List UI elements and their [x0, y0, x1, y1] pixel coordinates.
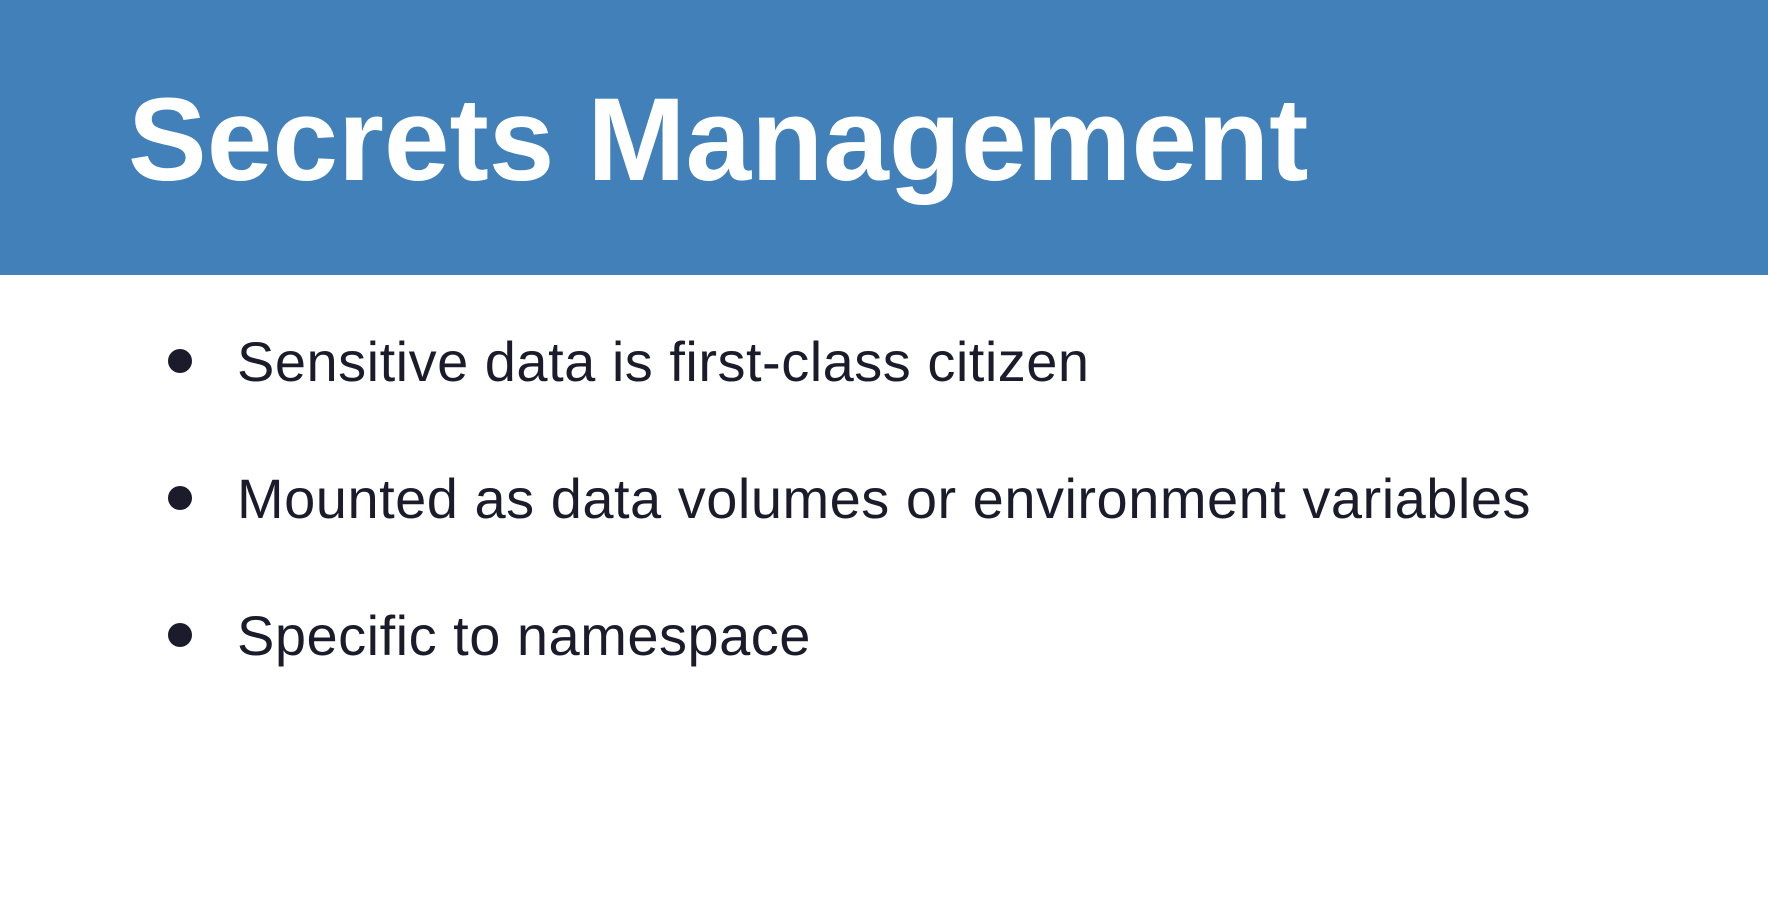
bullet-text: Sensitive data is first-class citizen	[237, 329, 1090, 393]
bullet-dot-icon	[168, 349, 192, 373]
slide: Secrets Management Sensitive data is fir…	[0, 0, 1768, 914]
slide-title: Secrets Management	[128, 74, 1309, 206]
bullet-item: Specific to namespace	[168, 595, 811, 675]
bullet-item: Sensitive data is first-class citizen	[168, 321, 1090, 401]
title-banner: Secrets Management	[0, 0, 1768, 275]
bullet-text: Specific to namespace	[237, 603, 811, 667]
bullet-dot-icon	[168, 623, 192, 647]
bullet-item: Mounted as data volumes or environment v…	[168, 458, 1531, 538]
bullet-text: Mounted as data volumes or environment v…	[237, 466, 1532, 530]
bullet-dot-icon	[168, 486, 192, 510]
